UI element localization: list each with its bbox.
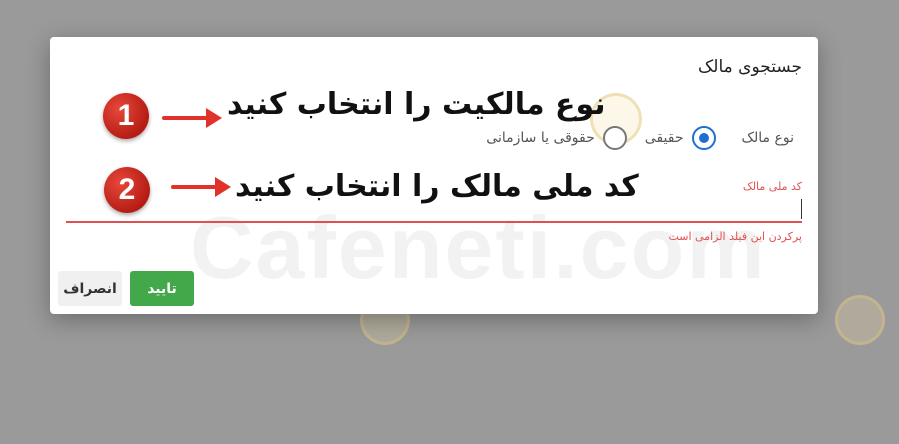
watermark-logo-icon <box>835 295 885 345</box>
dialog-title: جستجوی مالک <box>698 57 802 77</box>
annotation-step-1: نوع مالکیت را انتخاب کنید <box>227 87 606 122</box>
national-code-input[interactable] <box>66 197 802 223</box>
national-code-label: کد ملی مالک <box>742 180 802 193</box>
required-error-message: پرکردن این فیلد الزامی است <box>668 230 802 243</box>
radio-unselected-icon[interactable] <box>602 126 627 150</box>
radio-legal-entity-label: حقوقی یا سازمانی <box>486 130 595 146</box>
cancel-button[interactable]: انصراف <box>58 271 122 306</box>
step-badge-1: 1 <box>103 93 149 139</box>
radio-legal-entity[interactable]: حقوقی یا سازمانی <box>486 126 627 150</box>
arrow-icon <box>171 177 231 197</box>
radio-individual-label: حقیقی <box>644 130 684 146</box>
confirm-button[interactable]: تایید <box>130 271 194 306</box>
text-cursor <box>801 199 802 219</box>
arrow-icon <box>162 108 222 128</box>
ownership-type-label: نوع مالک <box>741 130 795 146</box>
radio-individual[interactable]: حقیقی <box>645 126 716 150</box>
ownership-type-group: نوع مالک حقیقی حقوقی یا سازمانی <box>468 126 794 150</box>
radio-selected-icon[interactable] <box>691 126 716 150</box>
owner-search-dialog: Cafeneti.com جستجوی مالک 1 نوع مالکیت را… <box>50 37 818 314</box>
